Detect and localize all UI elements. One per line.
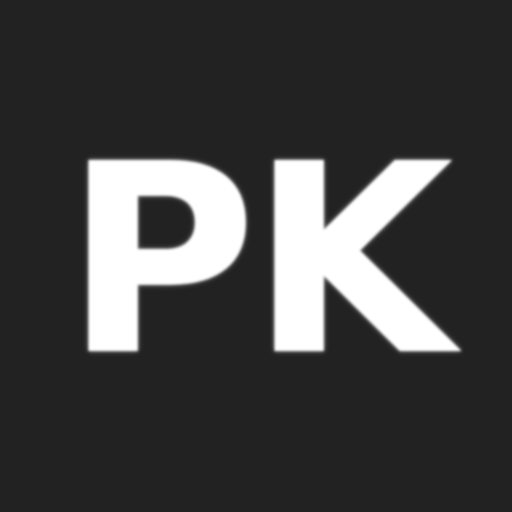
avatar-initials: PK xyxy=(64,108,453,413)
avatar: PK xyxy=(0,0,512,512)
